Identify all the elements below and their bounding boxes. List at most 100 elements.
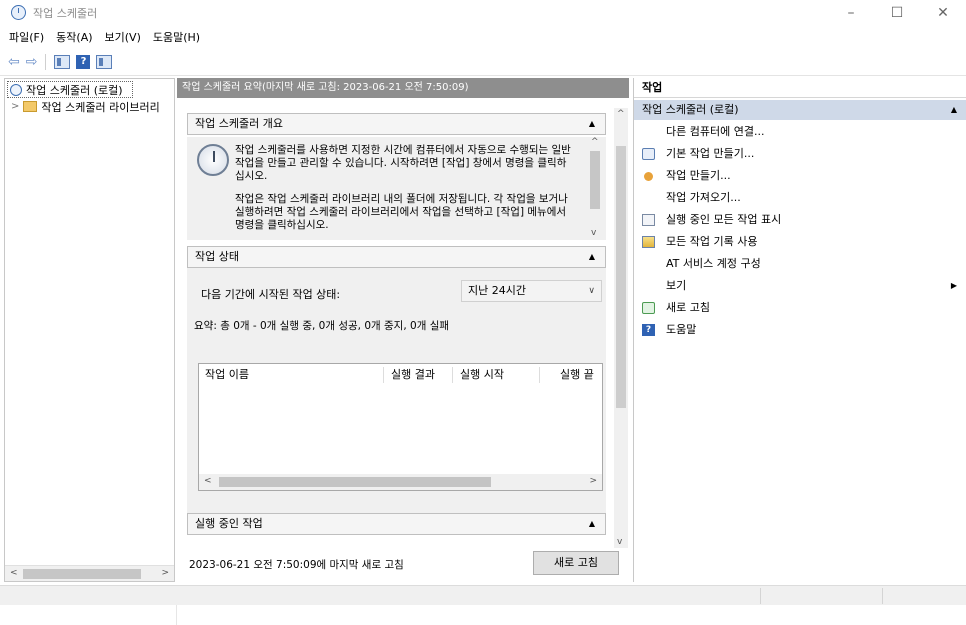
status-bar: [0, 585, 966, 605]
window-title: 작업 스케줄러: [33, 7, 98, 20]
status-divider: [760, 588, 761, 604]
refresh-button[interactable]: 새로 고침: [533, 551, 619, 575]
status-divider: [882, 588, 883, 604]
action-help[interactable]: ? 도움말: [634, 319, 966, 341]
show-hide-console-tree-icon[interactable]: [54, 54, 71, 69]
folder-icon: [23, 101, 38, 112]
column-header[interactable]: 실행 결과: [385, 364, 435, 386]
scroll-thumb[interactable]: [23, 569, 141, 579]
menu-bar: 파일(F) 동작(A) 보기(V) 도움말(H): [0, 26, 966, 48]
menu-action[interactable]: 동작(A): [56, 29, 92, 45]
basic-task-icon: [642, 148, 655, 160]
running-section-header[interactable]: 실행 중인 작업 ▲: [187, 513, 606, 535]
status-title: 작업 상태: [195, 250, 239, 263]
running-tasks-icon: [642, 214, 655, 226]
scroll-thumb[interactable]: [616, 146, 626, 408]
actions-group-header[interactable]: 작업 스케줄러 (로컬) ▲: [634, 100, 966, 120]
scroll-left-icon[interactable]: <: [204, 476, 212, 486]
collapse-icon[interactable]: ▲: [589, 514, 595, 534]
tree-horizontal-scrollbar[interactable]: < >: [5, 565, 174, 581]
action-view[interactable]: 보기 ▶: [634, 275, 966, 297]
background-area: [0, 605, 966, 625]
collapse-icon[interactable]: ▲: [589, 247, 595, 267]
action-create-basic-task[interactable]: 기본 작업 만들기...: [634, 143, 966, 165]
show-hide-action-pane-icon[interactable]: [96, 54, 113, 69]
action-create-task[interactable]: 작업 만들기...: [634, 165, 966, 187]
column-header[interactable]: 실행 시작: [454, 364, 504, 386]
scroll-down-icon[interactable]: v: [617, 537, 622, 547]
column-divider[interactable]: [383, 367, 384, 383]
action-refresh[interactable]: 새로 고침: [634, 297, 966, 319]
tree-item-library[interactable]: > 작업 스케줄러 라이브러리: [11, 98, 176, 115]
scroll-up-icon[interactable]: ^: [617, 109, 625, 119]
toolbar: ⇦ ⇨ ?: [0, 48, 966, 76]
column-header[interactable]: 작업 이름: [199, 364, 249, 386]
refresh-icon: [642, 302, 655, 314]
action-label: AT 서비스 계정 구성: [666, 257, 761, 270]
action-label: 작업 가져오기...: [666, 191, 741, 204]
clock-icon: [10, 83, 22, 96]
scroll-right-icon[interactable]: >: [589, 476, 597, 486]
action-import-task[interactable]: 작업 가져오기...: [634, 187, 966, 209]
column-divider[interactable]: [452, 367, 453, 383]
action-enable-history[interactable]: 모든 작업 기록 사용: [634, 231, 966, 253]
overview-paragraph: 작업 스케줄러를 사용하면 지정한 시간에 컴퓨터에서 자동으로 수행되는 일반…: [235, 144, 571, 182]
minimize-button[interactable]: –: [828, 0, 874, 26]
action-at-service[interactable]: AT 서비스 계정 구성: [634, 253, 966, 275]
overview-title: 작업 스케줄러 개요: [195, 117, 283, 130]
action-label: 작업 만들기...: [666, 169, 731, 182]
scroll-thumb[interactable]: [590, 151, 600, 209]
menu-view[interactable]: 보기(V): [105, 29, 141, 45]
action-label: 실행 중인 모든 작업 표시: [666, 213, 782, 226]
console-tree: 작업 스케줄러 (로컬) > 작업 스케줄러 라이브러리 < >: [4, 78, 175, 582]
maximize-button[interactable]: ☐: [874, 0, 920, 26]
help-icon[interactable]: ?: [76, 54, 91, 69]
last-refresh-text: 2023-06-21 오전 7:50:09에 마지막 새로 고침: [189, 559, 404, 571]
action-label: 기본 작업 만들기...: [666, 147, 755, 160]
scroll-up-icon[interactable]: ^: [591, 137, 599, 147]
status-summary: 요약: 총 0개 - 0개 실행 중, 0개 성공, 0개 중지, 0개 실패: [194, 320, 450, 332]
summary-header: 작업 스케줄러 요약(마지막 새로 고침: 2023-06-21 오전 7:50…: [177, 78, 629, 98]
actions-pane: 작업 작업 스케줄러 (로컬) ▲ 다른 컴퓨터에 연결... 기본 작업 만들…: [633, 78, 966, 582]
title-bar: 작업 스케줄러 – ☐ ✕: [0, 0, 966, 26]
tree-item-root[interactable]: 작업 스케줄러 (로컬): [7, 81, 133, 98]
clock-icon: [11, 5, 26, 20]
column-header[interactable]: 실행 끝: [554, 364, 602, 386]
menu-help[interactable]: 도움말(H): [153, 29, 200, 45]
running-title: 실행 중인 작업: [195, 517, 263, 530]
action-connect-computer[interactable]: 다른 컴퓨터에 연결...: [634, 121, 966, 143]
status-section-header[interactable]: 작업 상태 ▲: [187, 246, 606, 268]
overview-section-header[interactable]: 작업 스케줄러 개요 ▲: [187, 113, 606, 135]
collapse-icon[interactable]: ▲: [589, 114, 595, 134]
scroll-thumb[interactable]: [219, 477, 491, 487]
chevron-right-icon[interactable]: >: [11, 101, 19, 112]
action-show-running[interactable]: 실행 중인 모든 작업 표시: [634, 209, 966, 231]
overview-text: 작업 스케줄러를 사용하면 지정한 시간에 컴퓨터에서 자동으로 수행되는 일반…: [235, 144, 575, 236]
submenu-arrow-icon: ▶: [950, 281, 957, 290]
actions-group-label: 작업 스케줄러 (로컬): [642, 103, 739, 116]
toolbar-divider: [45, 53, 47, 70]
scroll-left-icon[interactable]: <: [10, 568, 18, 578]
tree-item-label: 작업 스케줄러 라이브러리: [41, 100, 160, 114]
history-icon: [642, 236, 655, 248]
status-period-select[interactable]: 지난 24시간 ∨: [461, 280, 602, 302]
forward-arrow-icon[interactable]: ⇨: [26, 54, 38, 70]
scroll-down-icon[interactable]: v: [591, 228, 596, 238]
overview-paragraph: 작업은 작업 스케줄러 라이브러리 내의 폴더에 저장됩니다. 각 작업을 보거…: [235, 193, 568, 231]
chevron-down-icon: ∨: [588, 286, 595, 296]
actions-header: 작업: [634, 78, 966, 98]
task-status-table: 작업 이름 실행 결과 실행 시작 실행 끝 < >: [198, 363, 603, 491]
close-button[interactable]: ✕: [920, 0, 966, 26]
tree-item-label: 작업 스케줄러 (로컬): [26, 83, 123, 97]
menu-file[interactable]: 파일(F): [9, 29, 44, 45]
column-divider[interactable]: [539, 367, 540, 383]
back-arrow-icon[interactable]: ⇦: [8, 54, 20, 70]
action-label: 보기: [666, 279, 687, 292]
collapse-icon[interactable]: ▲: [951, 100, 957, 120]
create-task-icon: [644, 172, 653, 181]
scroll-right-icon[interactable]: >: [161, 568, 169, 578]
status-period-label: 다음 기간에 시작된 작업 상태:: [201, 288, 341, 301]
help-icon: ?: [642, 324, 655, 336]
divider: [176, 605, 177, 625]
action-label: 다른 컴퓨터에 연결...: [666, 125, 765, 138]
